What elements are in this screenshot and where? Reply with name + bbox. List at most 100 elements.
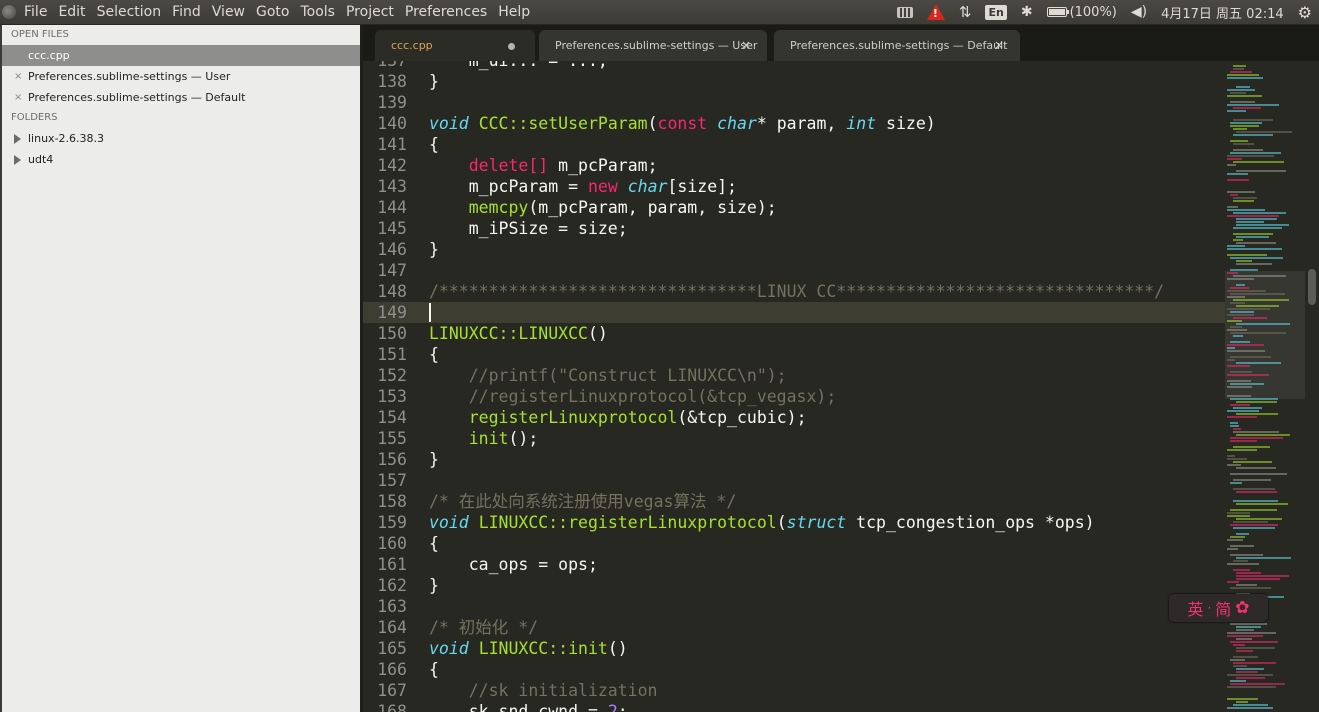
code-line[interactable]: 155 init(); [363, 428, 1225, 449]
line-number: 162 [377, 576, 407, 595]
minimap-line [1233, 200, 1254, 202]
minimap-line [1227, 173, 1248, 175]
code-line[interactable]: 167 //sk initialization [363, 680, 1225, 701]
tab-preferences-user[interactable]: Preferences.sublime-settings — User × [539, 30, 767, 61]
menu-selection[interactable]: Selection [97, 4, 169, 20]
minimap-line [1227, 365, 1250, 367]
minimap-line [1233, 500, 1278, 502]
line-number: 141 [377, 135, 407, 154]
open-file-preferences-user[interactable]: × Preferences.sublime-settings — User [2, 66, 360, 87]
menu-help[interactable]: Help [498, 4, 537, 20]
code-line[interactable]: 159 void LINUXCC::registerLinuxprotocol(s… [363, 512, 1225, 533]
close-icon[interactable]: × [741, 30, 751, 61]
disclosure-triangle-icon[interactable] [14, 133, 21, 144]
menu-goto[interactable]: Goto [256, 4, 296, 20]
code-line[interactable]: 151 { [363, 344, 1225, 365]
app-icon[interactable] [2, 5, 16, 19]
code-line[interactable]: 166 { [363, 659, 1225, 680]
menu-view[interactable]: View [212, 4, 252, 20]
minimap-line [1233, 644, 1245, 646]
minimap-line [1233, 461, 1272, 463]
code-line[interactable]: 148 /********************************LINU… [363, 281, 1225, 302]
disclosure-triangle-icon[interactable] [14, 154, 21, 165]
code-line[interactable]: 153 //registerLinuxprotocol(&tcp_vegasx)… [363, 386, 1225, 407]
battery-indicator[interactable]: (100%) [1046, 5, 1117, 20]
code-line[interactable]: 146} [363, 239, 1225, 260]
open-file-ccc-cpp[interactable]: × ccc.cpp [2, 45, 360, 66]
code-line[interactable]: 161 ca_ops = ops; [363, 554, 1225, 575]
code-editor[interactable]: 137 m_ui... = ...;138}139140void CCC::se… [363, 61, 1225, 712]
network-updown-icon[interactable]: ⇅ [959, 3, 972, 21]
code-text: { [429, 345, 439, 364]
minimap-line [1227, 164, 1236, 166]
menu-preferences[interactable]: Preferences [405, 4, 494, 20]
code-line[interactable]: 165 void LINUXCC::init() [363, 638, 1225, 659]
code-line[interactable]: 154 registerLinuxprotocol(&tcp_cubic); [363, 407, 1225, 428]
minimap-line [1230, 101, 1255, 103]
line-number: 158 [377, 492, 407, 511]
code-line[interactable]: 141 { [363, 134, 1225, 155]
code-line[interactable]: 143 m_pcParam = new char[size]; [363, 176, 1225, 197]
code-line[interactable]: 150 LINUXCC::LINUXCC() [363, 323, 1225, 344]
ime-gear-icon[interactable]: ✿ [1235, 598, 1249, 618]
code-line[interactable]: 138} [363, 71, 1225, 92]
code-line[interactable]: 140 void CCC::setUserParam(const char* pa… [363, 113, 1225, 134]
scrollbar-thumb[interactable] [1308, 269, 1316, 305]
code-line[interactable]: 145 m_iPSize = size; [363, 218, 1225, 239]
settings-gear-icon[interactable]: ⚙ [1298, 3, 1312, 22]
close-icon[interactable]: × [14, 66, 28, 87]
code-text: LINUXCC::LINUXCC() [429, 324, 608, 343]
code-line[interactable]: 152 //printf("Construct LINUXCC\n"); [363, 365, 1225, 386]
ime-mode[interactable]: 简 [1215, 596, 1231, 620]
close-icon[interactable]: × [14, 45, 28, 66]
input-method-indicator[interactable]: En [985, 4, 1007, 20]
code-line[interactable]: 149 [363, 302, 1225, 323]
close-icon[interactable]: × [994, 30, 1004, 61]
minimap-line [1233, 119, 1273, 121]
close-icon[interactable]: × [14, 87, 28, 108]
code-line[interactable]: 156} [363, 449, 1225, 470]
minimap-line [1233, 143, 1254, 145]
code-line[interactable]: 162} [363, 575, 1225, 596]
modified-dot-icon[interactable] [508, 43, 515, 50]
code-line[interactable]: 137 m_ui... = ...; [363, 61, 1225, 71]
minimap-line [1230, 257, 1283, 259]
code-line[interactable]: 160 { [363, 533, 1225, 554]
menu-project[interactable]: Project [346, 4, 401, 20]
minimap-line [1233, 212, 1286, 214]
open-file-preferences-default[interactable]: × Preferences.sublime-settings — Default [2, 87, 360, 108]
menu-file[interactable]: File [24, 4, 54, 20]
warning-icon[interactable] [926, 4, 945, 20]
clock[interactable]: 4月17日 周五 02:14 [1161, 3, 1284, 22]
code-line[interactable]: 164 /* 初始化 */ [363, 617, 1225, 638]
code-line[interactable]: 163 [363, 596, 1225, 617]
menu-edit[interactable]: Edit [58, 4, 92, 20]
code-line[interactable]: 139 [363, 92, 1225, 113]
menu-tools[interactable]: Tools [300, 4, 342, 20]
keyboard-icon[interactable] [896, 6, 913, 18]
minimap-line [1230, 398, 1278, 400]
folder-udt4[interactable]: udt4 [2, 149, 360, 170]
folder-linux[interactable]: linux-2.6.38.3 [2, 128, 360, 149]
minimap-line [1236, 434, 1290, 436]
code-line[interactable]: 158 /* 在此处向系统注册使用vegas算法 */ [363, 491, 1225, 512]
tab-ccc-cpp[interactable]: ccc.cpp [375, 30, 535, 61]
code-line[interactable]: 147 [363, 260, 1225, 281]
line-number: 161 [377, 555, 407, 574]
tab-preferences-default[interactable]: Preferences.sublime-settings — Default × [774, 30, 1020, 61]
vertical-scrollbar[interactable] [1305, 61, 1319, 712]
menu-find[interactable]: Find [172, 4, 208, 20]
ime-language[interactable]: 英 [1187, 596, 1203, 620]
ime-punctuation[interactable]: · [1207, 601, 1211, 615]
code-line[interactable]: 144 memcpy(m_pcParam, param, size); [363, 197, 1225, 218]
code-line[interactable]: 142 delete[] m_pcParam; [363, 155, 1225, 176]
code-text: } [429, 240, 439, 259]
minimap-line [1230, 587, 1271, 589]
code-line[interactable]: 168 sk_snd_cwnd = 2; [363, 701, 1225, 712]
code-line[interactable]: 157 [363, 470, 1225, 491]
minimap-line [1227, 245, 1245, 247]
minimap-line [1230, 524, 1278, 526]
volume-icon[interactable]: ◀) [1131, 4, 1147, 20]
bluetooth-icon[interactable]: ✱ [1021, 4, 1033, 20]
ime-status-bar[interactable]: 英 · 简 ✿ [1169, 594, 1268, 622]
